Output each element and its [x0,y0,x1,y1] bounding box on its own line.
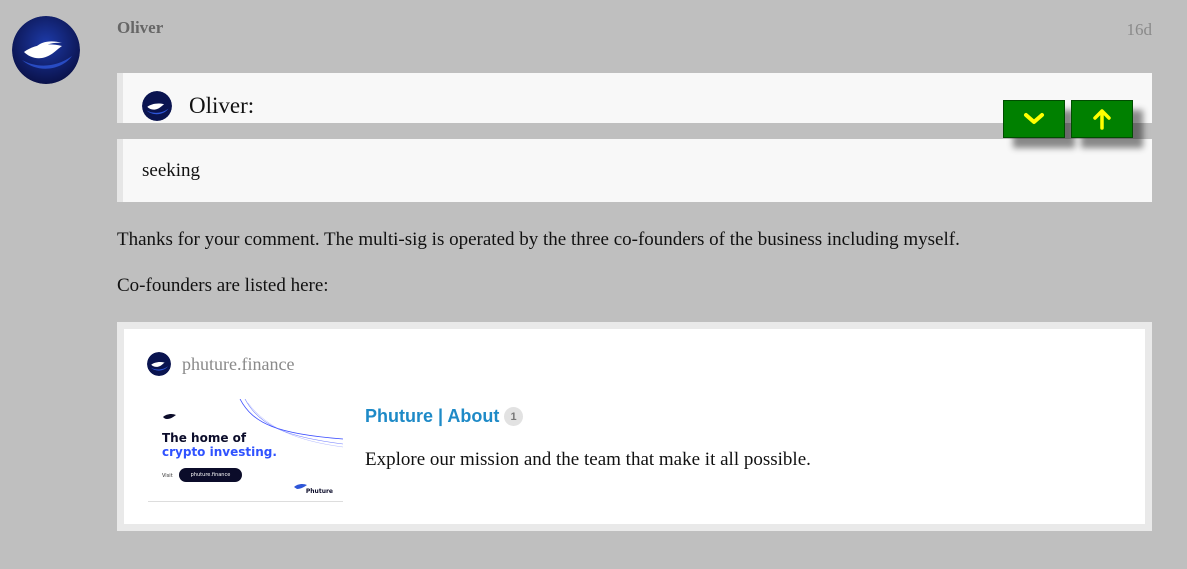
preview-site-link[interactable]: phuture.finance [182,354,294,375]
post-paragraph: Co-founders are listed here: [117,275,329,296]
click-count-badge: 1 [504,407,523,426]
quote-body: seeking [117,139,1152,202]
preview-title-link[interactable]: Phuture | About [365,406,499,427]
quote-text: seeking [142,160,201,181]
quote-author: Oliver: [189,93,255,118]
quote-avatar[interactable] [142,91,172,121]
site-favicon-icon [147,352,171,376]
thumbnail-visit-label: Visit [162,473,173,479]
preview-thumbnail[interactable]: The home of crypto investing. Visit phut… [148,399,343,502]
post-author[interactable]: Oliver [117,18,163,38]
scroll-down-button[interactable] [1003,100,1065,138]
thumbnail-headline: The home of crypto investing. [162,431,277,459]
chevron-down-icon [1024,113,1044,124]
phuture-logo-icon [12,16,80,84]
preview-description: Explore our mission and the team that ma… [365,449,811,470]
arrow-up-icon [1093,109,1111,130]
scroll-up-button[interactable] [1071,100,1133,138]
link-preview: phuture.finance The home of crypto inves… [117,322,1152,531]
thumbnail-pill: phuture.finance [179,468,242,482]
phuture-logo-icon [142,91,172,121]
quote-header: Oliver: [117,73,1152,123]
post-paragraph: Thanks for your comment. The multi-sig i… [117,229,960,250]
avatar[interactable] [12,16,80,84]
thumbnail-brand: Phuture [305,488,333,495]
post-timestamp[interactable]: 16d [1127,20,1153,40]
